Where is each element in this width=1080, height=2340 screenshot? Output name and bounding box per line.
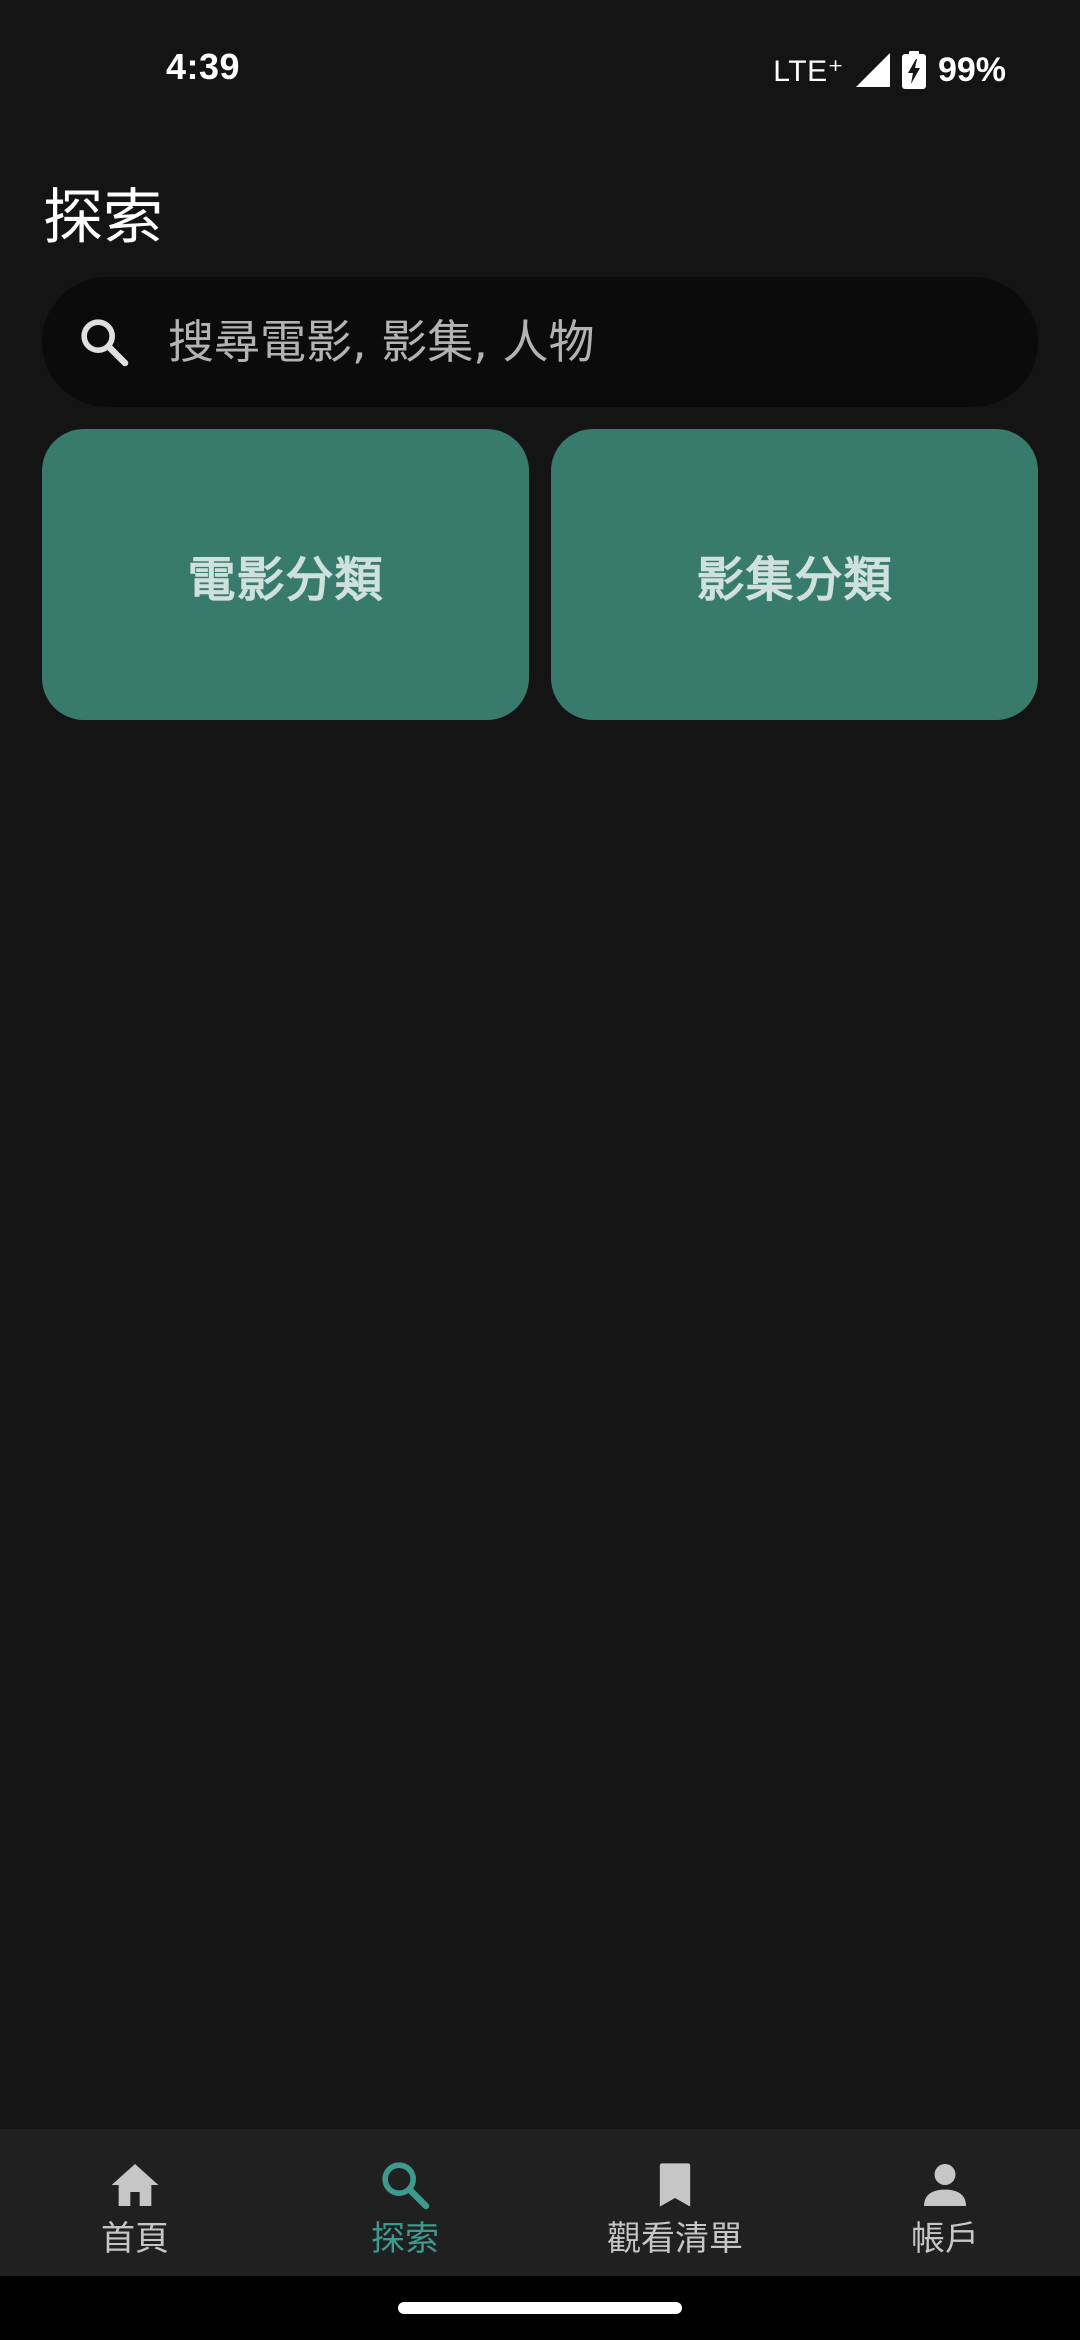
nav-item-watchlist[interactable]: 觀看清單 xyxy=(540,2129,810,2276)
movie-categories-button[interactable]: 電影分類 xyxy=(42,429,529,720)
nav-item-account[interactable]: 帳戶 xyxy=(810,2129,1080,2276)
search-input[interactable] xyxy=(168,277,1008,407)
bottom-navigation: 首頁 探索 觀看清單 帳戶 xyxy=(0,2129,1080,2276)
battery-percent: 99% xyxy=(937,50,1006,89)
status-indicators: LTE⁺ 99% xyxy=(773,46,1006,94)
gesture-bar-area xyxy=(0,2276,1080,2340)
nav-item-explore[interactable]: 探索 xyxy=(270,2129,540,2276)
series-categories-button[interactable]: 影集分類 xyxy=(551,429,1038,720)
nav-label-watchlist: 觀看清單 xyxy=(607,2219,743,2259)
series-categories-label: 影集分類 xyxy=(696,551,893,608)
nav-label-account: 帳戶 xyxy=(911,2219,979,2259)
battery-charging-icon xyxy=(901,51,926,89)
home-icon xyxy=(105,2155,165,2215)
search-icon xyxy=(68,306,140,378)
nav-label-explore: 探索 xyxy=(371,2219,439,2259)
page-title: 探索 xyxy=(43,183,163,253)
status-time: 4:39 xyxy=(166,46,241,87)
movie-categories-label: 電影分類 xyxy=(187,551,384,608)
account-icon xyxy=(915,2155,975,2215)
network-type: LTE⁺ xyxy=(773,54,844,88)
gesture-handle[interactable] xyxy=(398,2302,682,2314)
search-icon xyxy=(375,2155,435,2215)
nav-label-home: 首頁 xyxy=(101,2219,169,2259)
nav-item-home[interactable]: 首頁 xyxy=(0,2129,270,2276)
bookmark-icon xyxy=(645,2155,705,2215)
status-bar: 4:39 LTE⁺ 99% xyxy=(0,0,1080,140)
search-bar[interactable] xyxy=(42,277,1038,407)
cell-signal-icon xyxy=(855,53,890,87)
